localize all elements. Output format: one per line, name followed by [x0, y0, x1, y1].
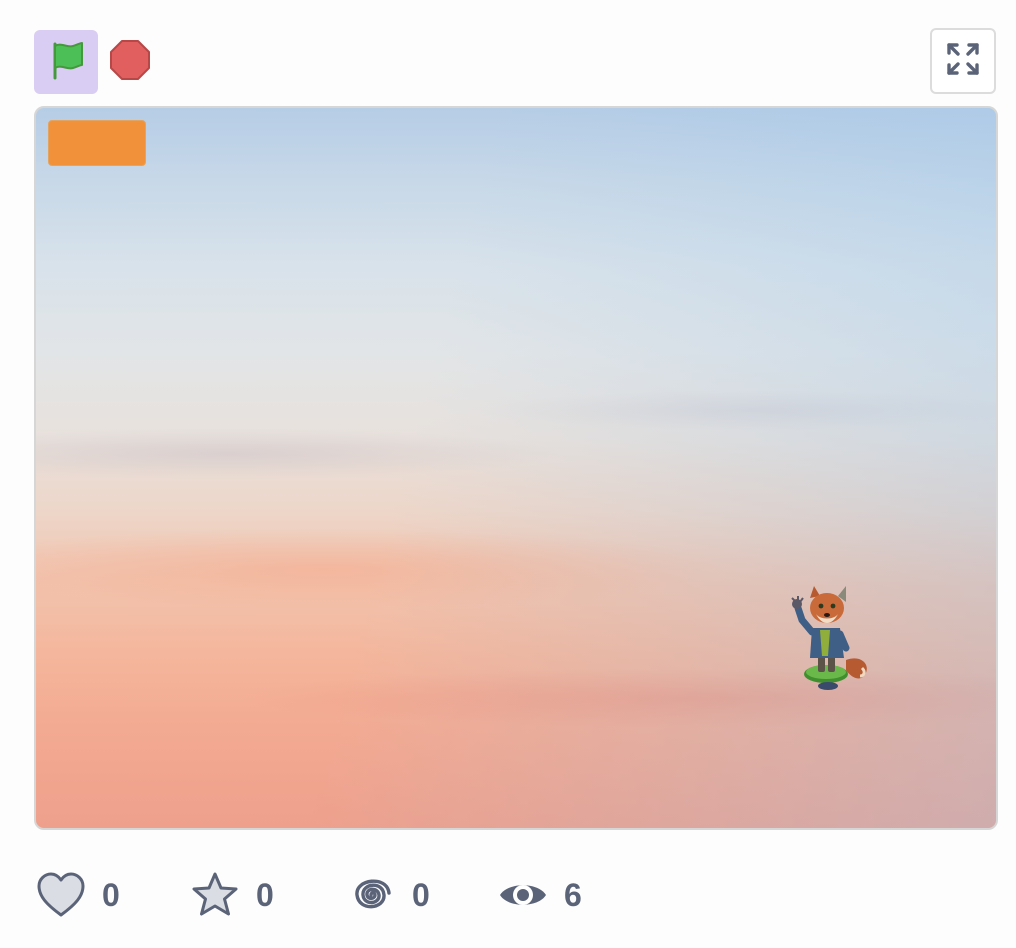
stage-canvas[interactable]: [34, 106, 998, 830]
eye-icon: [498, 870, 548, 920]
favorite-stat[interactable]: 0: [190, 870, 274, 920]
project-player: 0 0 0 6: [0, 0, 1016, 948]
fox-character-sprite[interactable]: [788, 584, 878, 696]
remix-spiral-icon: [346, 870, 396, 920]
remix-stat: 0: [346, 870, 430, 920]
stop-icon: [108, 38, 152, 87]
fullscreen-button[interactable]: [930, 28, 996, 94]
love-count: 0: [102, 876, 120, 913]
view-count: 6: [564, 876, 582, 913]
heart-icon: [36, 870, 86, 920]
sky-backdrop: [36, 108, 996, 828]
remix-count: 0: [412, 876, 430, 913]
stage-orange-button[interactable]: [48, 120, 146, 166]
green-flag-icon: [44, 38, 88, 87]
star-icon: [190, 870, 240, 920]
fullscreen-icon: [946, 42, 980, 81]
love-stat[interactable]: 0: [36, 870, 120, 920]
green-flag-button[interactable]: [34, 30, 98, 94]
favorite-count: 0: [256, 876, 274, 913]
view-stat: 6: [498, 870, 582, 920]
stop-button[interactable]: [106, 38, 154, 86]
